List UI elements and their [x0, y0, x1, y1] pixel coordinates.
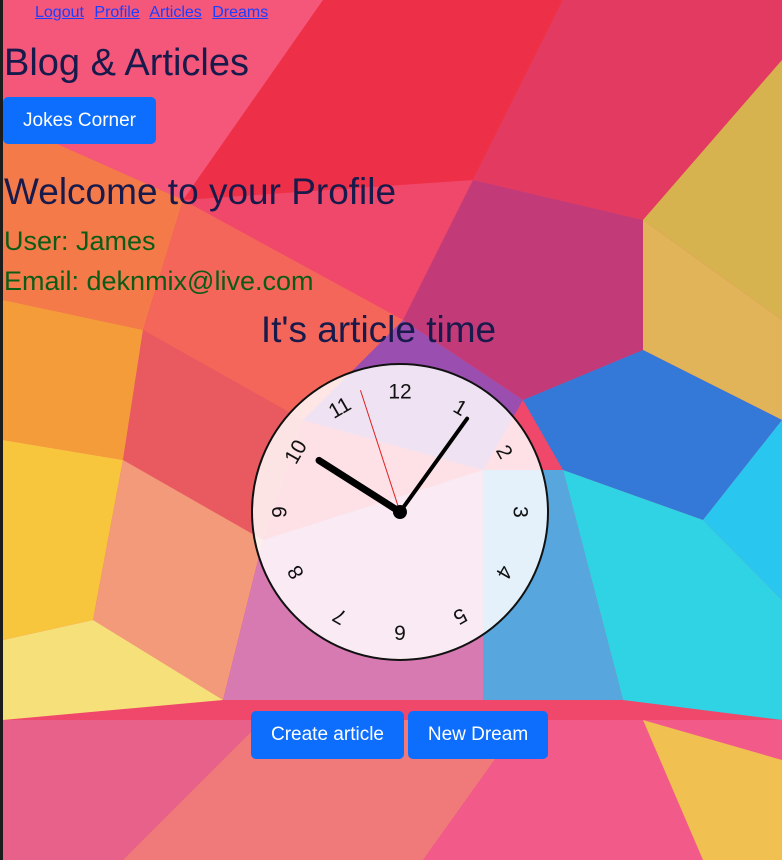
clock-numeral: 6 — [394, 621, 406, 644]
profile-link[interactable]: Profile — [94, 4, 139, 21]
clock-numeral: 3 — [509, 506, 532, 518]
profile-email: Email: deknmix@live.com — [4, 266, 314, 296]
logout-link[interactable]: Logout — [35, 4, 84, 21]
clock-numeral: 9 — [269, 506, 292, 518]
page-title: Blog & Articles — [4, 42, 249, 84]
new-dream-button[interactable]: New Dream — [408, 711, 548, 759]
profile-user: User: James — [4, 226, 156, 256]
action-bar: Create article New Dream — [251, 711, 551, 759]
create-article-button[interactable]: Create article — [251, 711, 404, 759]
articles-link[interactable]: Articles — [149, 4, 201, 21]
clock-center — [393, 505, 407, 519]
clock-heading: It's article time — [260, 309, 497, 350]
jokes-corner-button[interactable]: Jokes Corner — [3, 97, 156, 144]
top-nav: Logout Profile Articles Dreams — [35, 4, 274, 22]
profile-heading: Welcome to your Profile — [4, 171, 397, 212]
dreams-link[interactable]: Dreams — [212, 4, 268, 21]
clock-numeral: 12 — [388, 381, 411, 404]
analog-clock: 121234567891011 — [251, 363, 549, 661]
